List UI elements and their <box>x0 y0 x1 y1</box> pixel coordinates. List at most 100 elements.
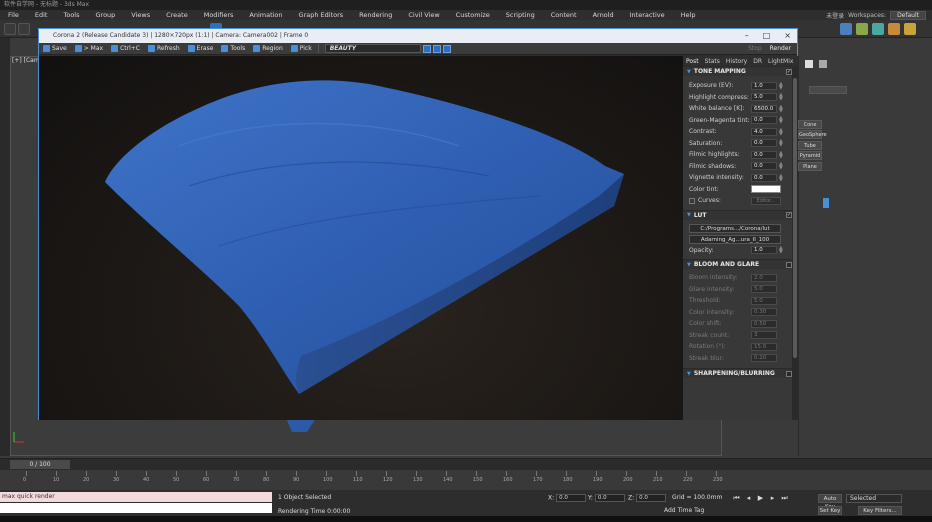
maxscript-output[interactable] <box>0 503 272 513</box>
zoom-in-icon[interactable] <box>422 44 431 53</box>
tools-button[interactable]: Tools <box>217 45 249 52</box>
render-setup-icon[interactable] <box>888 23 900 35</box>
menu-graph-editors[interactable]: Graph Editors <box>291 11 352 19</box>
object-button-geosphere[interactable]: GeoSphere <box>798 130 827 139</box>
glare-intensity-field[interactable]: 5.0 <box>751 285 777 294</box>
object-button-tube[interactable]: Tube <box>798 141 822 150</box>
spinner-icon[interactable]: ▲ ▼ <box>779 93 783 102</box>
create-tab-icon[interactable] <box>805 60 813 68</box>
spinner-icon[interactable]: ▲ ▼ <box>779 173 783 182</box>
highlight-compress-field[interactable]: 5.0 <box>751 93 777 102</box>
zoom-out-icon[interactable] <box>432 44 441 53</box>
render-button[interactable]: Render <box>766 45 797 52</box>
tab-post[interactable]: Post <box>683 58 702 65</box>
key-set-select[interactable]: Selected <box>846 494 902 503</box>
time-slider-handle[interactable]: 0 / 100 <box>10 460 70 469</box>
tone-mapping-header[interactable]: ▼ TONE MAPPING ✓ <box>683 66 798 76</box>
menu-interactive[interactable]: Interactive <box>622 11 673 19</box>
spinner-icon[interactable]: ▲ ▼ <box>779 150 783 159</box>
play-icon[interactable]: ▶ <box>756 494 765 503</box>
menu-civil-view[interactable]: Civil View <box>400 11 447 19</box>
set-key-button[interactable]: Set Key <box>818 506 842 515</box>
lut-opacity-field[interactable]: 1.0 <box>751 246 777 255</box>
spinner-icon[interactable]: ▲ ▼ <box>779 246 783 255</box>
post-panel-scrollbar[interactable] <box>792 66 798 420</box>
menu-file[interactable]: File <box>0 11 27 19</box>
menu-modifiers[interactable]: Modifiers <box>196 11 242 19</box>
color-intensity-field[interactable]: 0.30 <box>751 308 777 317</box>
menu-edit[interactable]: Edit <box>27 11 56 19</box>
track-bar[interactable]: 0 10 20 30 40 50 60 70 80 90 100 110 120 130 140 150 160… <box>0 470 932 490</box>
close-icon[interactable]: × <box>784 29 791 43</box>
vignette-field[interactable]: 0.0 <box>751 173 777 182</box>
render-image[interactable] <box>39 56 683 420</box>
vfb-title-bar[interactable]: Corona 2 (Release Candidate 3) | 1280×72… <box>39 29 797 43</box>
add-time-tag[interactable]: Add Time Tag <box>664 507 704 514</box>
lut-header[interactable]: ▼ LUT ✓ <box>683 209 798 220</box>
menu-arnold[interactable]: Arnold <box>585 11 622 19</box>
threshold-field[interactable]: 5.0 <box>751 296 777 305</box>
redo-icon[interactable] <box>18 23 30 35</box>
menu-views[interactable]: Views <box>123 11 158 19</box>
menu-customize[interactable]: Customize <box>448 11 498 19</box>
menu-help[interactable]: Help <box>673 11 704 19</box>
refresh-button[interactable]: Refresh <box>144 45 184 52</box>
tab-dr[interactable]: DR <box>750 58 765 65</box>
go-to-start-icon[interactable]: ⏮ <box>732 494 741 503</box>
x-field[interactable]: 0.0 <box>556 494 587 502</box>
color-tint-swatch[interactable] <box>751 185 781 194</box>
spinner-icon[interactable]: ▲ ▼ <box>779 139 783 148</box>
color-swatch[interactable] <box>823 198 829 208</box>
object-button-pyramid[interactable]: Pyramid <box>798 151 822 160</box>
rotation-field[interactable]: 15.0 <box>751 342 777 351</box>
menu-tools[interactable]: Tools <box>55 11 87 19</box>
spinner-icon[interactable]: ▲ ▼ <box>779 104 783 113</box>
workspace-select[interactable]: Default <box>890 10 926 20</box>
lut-file-select[interactable]: Adarning_Ag...ura_II_100 <box>689 234 781 244</box>
white-balance-field[interactable]: 6500.0 <box>751 104 777 113</box>
key-filters-button[interactable]: Key Filters... <box>858 506 902 515</box>
streak-blur-field[interactable]: 0.20 <box>751 354 777 363</box>
erase-button[interactable]: Erase <box>184 45 218 52</box>
next-frame-icon[interactable]: ▸ <box>768 494 777 503</box>
menu-create[interactable]: Create <box>158 11 196 19</box>
spinner-icon[interactable]: ▲ ▼ <box>779 162 783 171</box>
menu-rendering[interactable]: Rendering <box>351 11 400 19</box>
material-editor-icon[interactable] <box>872 23 884 35</box>
tab-history[interactable]: History <box>723 58 750 65</box>
spinner-icon[interactable]: ▲ ▼ <box>779 116 783 125</box>
menu-group[interactable]: Group <box>88 11 124 19</box>
tint-field[interactable]: 0.0 <box>751 116 777 125</box>
save-button[interactable]: Save <box>39 45 71 52</box>
sharpening-header[interactable]: ▼ SHARPENING/BLURRING <box>683 368 798 378</box>
layer-icon[interactable] <box>856 23 868 35</box>
contrast-field[interactable]: 4.0 <box>751 127 777 136</box>
saturation-field[interactable]: 0.0 <box>751 139 777 148</box>
filmic-shadows-field[interactable]: 0.0 <box>751 162 777 171</box>
pick-button[interactable]: Pick <box>287 45 316 52</box>
auto-key-button[interactable]: Auto Key <box>818 494 842 510</box>
menu-content[interactable]: Content <box>543 11 585 19</box>
copy-button[interactable]: Ctrl+C <box>107 45 144 52</box>
tab-lightmix[interactable]: LightMix <box>765 58 796 65</box>
z-field[interactable]: 0.0 <box>636 494 667 502</box>
bloom-intensity-field[interactable]: 2.0 <box>751 273 777 282</box>
maximize-icon[interactable]: □ <box>763 29 771 43</box>
curves-editor-button[interactable]: Editor... <box>751 196 781 205</box>
menu-scripting[interactable]: Scripting <box>498 11 543 19</box>
category-select[interactable] <box>809 86 847 94</box>
bloom-glare-header[interactable]: ▼ BLOOM AND GLARE <box>683 259 798 269</box>
scene-explorer-icon[interactable] <box>840 23 852 35</box>
tab-stats[interactable]: Stats <box>702 58 723 65</box>
spinner-icon[interactable]: ▲ ▼ <box>779 81 783 90</box>
object-button-plane[interactable]: Plane <box>798 162 822 171</box>
modify-tab-icon[interactable] <box>819 60 827 68</box>
undo-icon[interactable] <box>4 23 16 35</box>
to-max-button[interactable]: > Max <box>71 45 107 52</box>
spinner-icon[interactable]: ▲ ▼ <box>779 127 783 136</box>
object-button-cone[interactable]: Cone <box>798 120 822 129</box>
menu-animation[interactable]: Animation <box>241 11 290 19</box>
filmic-highlights-field[interactable]: 0.0 <box>751 150 777 159</box>
zoom-fit-icon[interactable] <box>442 44 451 53</box>
streak-count-field[interactable]: 3 <box>751 331 777 340</box>
